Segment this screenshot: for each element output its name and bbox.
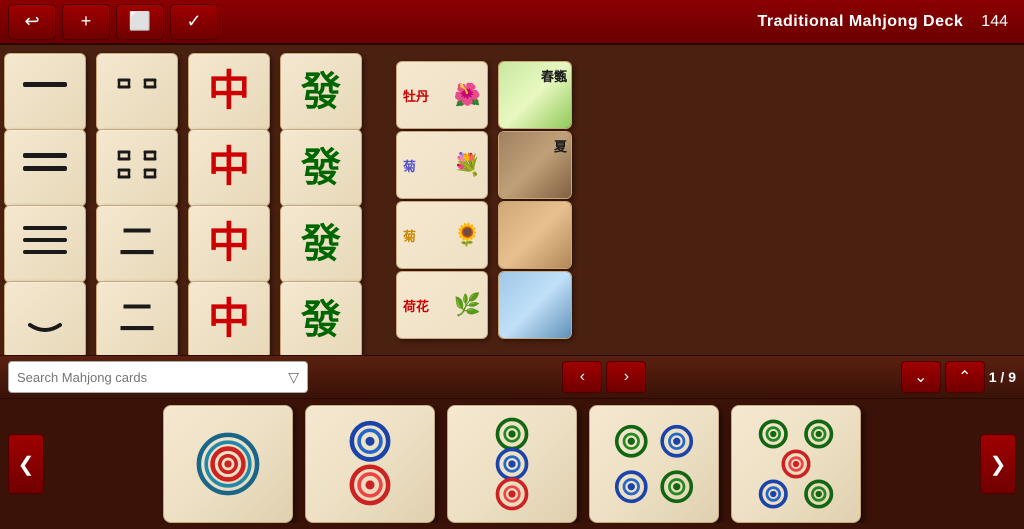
svg-text:發: 發 xyxy=(300,145,341,190)
svg-text:中: 中 xyxy=(208,68,250,115)
next-page-icon: › xyxy=(624,368,629,386)
svg-text:中: 中 xyxy=(208,220,250,267)
scroll-up-down: ⌄ ⌃ 1 / 9 xyxy=(901,361,1016,393)
season-card-summer[interactable]: 夏 xyxy=(498,131,572,199)
card-1-1[interactable] xyxy=(4,53,86,131)
svg-text:中: 中 xyxy=(208,296,250,343)
flower-card-peony-text: 牡丹 xyxy=(403,86,429,105)
flower-card-chrysanthemum[interactable]: 菊 🌻 xyxy=(396,201,488,269)
card-column-4: 發 發 發 發 xyxy=(280,53,370,355)
svg-text:二: 二 xyxy=(119,222,155,262)
card-3-1[interactable]: 中 xyxy=(188,53,270,131)
card-2-3[interactable]: 二 xyxy=(96,205,178,283)
flower-card-chrysanthemum-icon: 🌻 xyxy=(454,222,481,248)
bottom-cards xyxy=(52,405,972,523)
flower-card-peony-icon: 🌺 xyxy=(454,82,481,108)
search-box[interactable]: ▽ xyxy=(8,361,308,393)
svg-text:發: 發 xyxy=(300,69,341,114)
season-column: 春㽊 夏 xyxy=(496,53,576,347)
svg-text:中: 中 xyxy=(208,144,250,191)
flower-column: 牡丹 🌺 菊 💐 菊 🌻 荷花 🌿 xyxy=(394,53,494,347)
scroll-up-icon: ⌃ xyxy=(958,367,971,387)
add-button[interactable]: + xyxy=(62,4,110,40)
prev-page-icon: ‹ xyxy=(580,368,585,386)
pagination-prev-next: ‹ › xyxy=(562,361,646,393)
season-summer-label: 夏 xyxy=(554,136,567,155)
dot-card-2[interactable] xyxy=(305,405,435,523)
filter-icon[interactable]: ▽ xyxy=(288,369,299,386)
svg-text:發: 發 xyxy=(300,297,341,342)
deck-title: Traditional Mahjong Deck xyxy=(757,13,963,31)
flower-card-chrysanthemum-text: 菊 xyxy=(403,226,416,245)
dot-card-1[interactable] xyxy=(163,405,293,523)
bottom-next-button[interactable]: ❯ xyxy=(980,434,1016,494)
dot-card-5[interactable] xyxy=(731,405,861,523)
season-card-winter[interactable] xyxy=(498,271,572,339)
dot-card-3[interactable] xyxy=(447,405,577,523)
season-card-spring[interactable]: 春㽊 xyxy=(498,61,572,129)
deck-count: 144 xyxy=(981,13,1008,31)
flower-card-lotus-text: 荷花 xyxy=(403,296,429,315)
next-page-button[interactable]: › xyxy=(606,361,646,393)
scroll-down-icon: ⌄ xyxy=(914,367,927,387)
check-icon: ✓ xyxy=(186,11,201,32)
bottom-prev-button[interactable]: ❮ xyxy=(8,434,44,494)
card-4-2[interactable]: 發 xyxy=(280,129,362,207)
back-icon: ↩ xyxy=(24,11,39,32)
svg-text:二: 二 xyxy=(119,298,155,338)
scroll-down-button[interactable]: ⌄ xyxy=(901,361,941,393)
flower-card-orchid[interactable]: 菊 💐 xyxy=(396,131,488,199)
add-icon: + xyxy=(81,11,92,32)
bottom-next-icon: ❯ xyxy=(990,452,1007,477)
card-1-2[interactable] xyxy=(4,129,86,207)
card-3-2[interactable]: 中 xyxy=(188,129,270,207)
nav-bar: ▽ ‹ › ⌄ ⌃ 1 / 9 xyxy=(0,355,1024,399)
back-button[interactable]: ↩ xyxy=(8,4,56,40)
scroll-up-button[interactable]: ⌃ xyxy=(945,361,985,393)
top-bar: ↩ + ⬜ ✓ Traditional Mahjong Deck 144 xyxy=(0,0,1024,45)
flower-card-orchid-icon: 💐 xyxy=(454,152,481,178)
card-1-4[interactable] xyxy=(4,281,86,355)
card-1-3[interactable] xyxy=(4,205,86,283)
flower-card-lotus[interactable]: 荷花 🌿 xyxy=(396,271,488,339)
card-3-3[interactable]: 中 xyxy=(188,205,270,283)
card-2-2[interactable] xyxy=(96,129,178,207)
card-3-4[interactable]: 中 xyxy=(188,281,270,355)
prev-page-button[interactable]: ‹ xyxy=(562,361,602,393)
card-2-4[interactable]: 二 xyxy=(96,281,178,355)
season-spring-label: 春㽊 xyxy=(541,66,567,85)
search-input[interactable] xyxy=(17,370,282,385)
folder-button[interactable]: ⬜ xyxy=(116,4,164,40)
flower-card-lotus-icon: 🌿 xyxy=(454,292,481,318)
folder-icon: ⬜ xyxy=(129,11,151,32)
flower-card-peony[interactable]: 牡丹 🌺 xyxy=(396,61,488,129)
check-button[interactable]: ✓ xyxy=(170,4,218,40)
card-columns: 二 二 中 中 中 xyxy=(0,45,1024,355)
card-4-3[interactable]: 發 xyxy=(280,205,362,283)
svg-text:發: 發 xyxy=(300,221,341,266)
card-column-3: 中 中 中 中 xyxy=(188,53,278,355)
bottom-area: ❮ xyxy=(0,399,1024,529)
page-indicator: 1 / 9 xyxy=(989,369,1016,385)
card-column-2: 二 二 xyxy=(96,53,186,355)
main-card-area: 二 二 中 中 中 xyxy=(0,45,1024,355)
bottom-prev-icon: ❮ xyxy=(18,452,35,477)
card-4-4[interactable]: 發 xyxy=(280,281,362,355)
season-card-autumn[interactable] xyxy=(498,201,572,269)
card-2-1[interactable] xyxy=(96,53,178,131)
dot-card-4[interactable] xyxy=(589,405,719,523)
flower-card-orchid-text: 菊 xyxy=(403,156,416,175)
card-column-1 xyxy=(4,53,94,355)
card-4-1[interactable]: 發 xyxy=(280,53,362,131)
